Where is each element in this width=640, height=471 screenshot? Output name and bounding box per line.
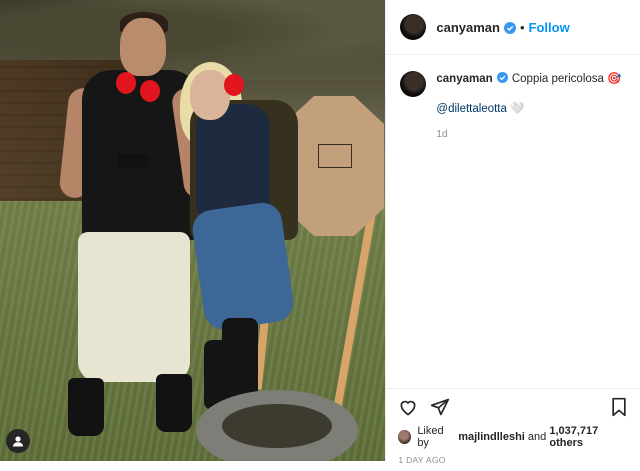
caption-body: canyaman Coppia pericolosa 🎯 @dilettaleo… <box>436 71 621 143</box>
username[interactable]: canyaman <box>436 20 500 35</box>
photo-woman-top <box>196 104 270 216</box>
photo-tire-inner <box>222 404 332 448</box>
liker-avatar[interactable] <box>398 430 412 444</box>
photo-boot <box>68 378 104 436</box>
follow-button[interactable]: Follow <box>529 20 570 35</box>
heart-icon[interactable] <box>398 397 418 417</box>
photo-boot <box>222 318 258 402</box>
photo-earmuff <box>140 80 160 102</box>
user-tag-icon[interactable] <box>6 429 30 453</box>
photo-pistol <box>118 154 148 168</box>
separator-dot: • <box>519 19 525 35</box>
caption-row: canyaman Coppia pericolosa 🎯 @dilettaleo… <box>400 71 626 143</box>
verified-badge-icon <box>503 21 516 34</box>
photo-man-pants <box>78 232 190 382</box>
likes-others[interactable]: 1,037,717 others <box>549 425 628 449</box>
action-icons <box>386 389 640 421</box>
liked-by-and: and <box>527 431 547 443</box>
caption-username[interactable]: canyaman <box>436 73 492 85</box>
liked-by-prefix: Liked by <box>417 425 444 449</box>
avatar[interactable] <box>400 71 427 97</box>
photo-earmuff <box>116 72 136 94</box>
instagram-post: canyaman • Follow canyaman Coppia perico… <box>0 0 640 465</box>
photo-boot <box>156 374 192 432</box>
liked-by-user[interactable]: majlindlleshi <box>458 431 525 443</box>
comments-section: canyaman Coppia pericolosa 🎯 @dilettaleo… <box>386 55 640 389</box>
actions-section: Liked by majlindlleshi and 1,037,717 oth… <box>386 388 640 471</box>
post-date: 1 DAY AGO <box>398 455 446 465</box>
mention-link[interactable]: @dilettaleotta 🤍 <box>436 101 621 117</box>
verified-badge-icon <box>496 72 509 84</box>
photo-earmuff <box>224 74 244 96</box>
post-photo[interactable] <box>0 0 386 461</box>
paper-plane-icon[interactable] <box>430 397 450 417</box>
likes-row: Liked by majlindlleshi and 1,037,717 oth… <box>386 425 640 449</box>
caption-text: Coppia pericolosa 🎯 <box>511 73 622 85</box>
photo-woman-head <box>190 70 230 120</box>
post-header: canyaman • Follow <box>386 0 640 55</box>
post-sidebar: canyaman • Follow canyaman Coppia perico… <box>385 0 640 465</box>
bookmark-icon[interactable] <box>610 397 628 417</box>
photo-man-head <box>120 18 166 76</box>
photo-woman-jeans <box>190 200 296 332</box>
relative-timestamp: 1d <box>436 129 448 140</box>
avatar[interactable] <box>400 14 427 40</box>
photo-target-box <box>318 144 352 168</box>
